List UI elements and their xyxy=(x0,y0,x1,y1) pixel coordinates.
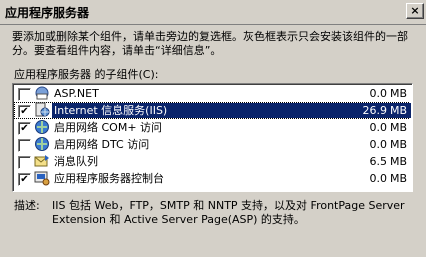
checkbox-checked[interactable]: ✔ xyxy=(18,173,31,186)
title-bar: 应用程序服务器 × xyxy=(0,0,426,25)
checkbox-checked[interactable]: ✔ xyxy=(18,122,31,135)
iis-icon xyxy=(35,102,50,117)
console-icon xyxy=(34,171,50,186)
window-title: 应用程序服务器 xyxy=(5,6,90,20)
component-size: 0.0 xyxy=(369,138,388,151)
component-size: 0.0 xyxy=(369,87,388,100)
size-unit: MB xyxy=(389,104,407,117)
list-item-iis[interactable]: ✔ Internet 信息服务(IIS) 26.9 MB xyxy=(14,102,411,119)
component-name: ASP.NET xyxy=(54,87,99,100)
components-list[interactable]: ASP.NET 0.0 MB ✔ Internet 信息服务(IIS) 26.9… xyxy=(12,83,413,192)
close-icon: × xyxy=(410,4,420,17)
list-item-console[interactable]: ✔ 应用程序服务器控制台 0.0 MB xyxy=(14,170,409,187)
size-unit: MB xyxy=(389,138,407,151)
component-name: 启用网络 DTC 访问 xyxy=(54,138,150,151)
component-size: 6.5 xyxy=(369,155,388,168)
checkbox[interactable] xyxy=(18,139,31,152)
description-label: 描述: xyxy=(14,199,40,212)
size-unit: MB xyxy=(389,172,407,185)
list-item-message-queue[interactable]: 消息队列 6.5 MB xyxy=(14,153,409,170)
size-unit: MB xyxy=(389,121,407,134)
list-item-dtc[interactable]: 启用网络 DTC 访问 0.0 MB xyxy=(14,136,409,153)
component-name: 消息队列 xyxy=(54,155,98,168)
component-name: 应用程序服务器控制台 xyxy=(54,172,164,185)
description-text: IIS 包括 Web，FTP，SMTP 和 NNTP 支持，以及对 FrontP… xyxy=(52,199,405,226)
checkbox[interactable] xyxy=(18,88,31,101)
dtc-icon xyxy=(35,137,49,151)
list-item-com-plus[interactable]: ✔ 启用网络 COM+ 访问 0.0 MB xyxy=(14,119,409,136)
close-button[interactable]: × xyxy=(406,3,424,19)
component-name: Internet 信息服务(IIS) xyxy=(52,103,411,118)
checkbox[interactable] xyxy=(18,156,31,169)
size-unit: MB xyxy=(389,155,407,168)
component-size: 0.0 xyxy=(369,121,388,134)
components-label: 应用程序服务器 的子组件(C): xyxy=(14,68,159,81)
size-unit: MB xyxy=(389,87,407,100)
message-queue-icon xyxy=(34,155,49,167)
com-plus-icon xyxy=(35,120,49,134)
list-item-aspnet[interactable]: ASP.NET 0.0 MB xyxy=(14,85,409,102)
aspnet-icon xyxy=(35,86,49,100)
instruction-text: 要添加或删除某个组件，请单击旁边的复选框。灰色框表示只会安装该组件的一部分。要查… xyxy=(12,30,408,57)
checkbox-checked[interactable]: ✔ xyxy=(18,105,31,118)
component-size: 26.9 xyxy=(362,104,388,117)
component-name: 启用网络 COM+ 访问 xyxy=(54,121,163,134)
component-size: 0.0 xyxy=(369,172,388,185)
